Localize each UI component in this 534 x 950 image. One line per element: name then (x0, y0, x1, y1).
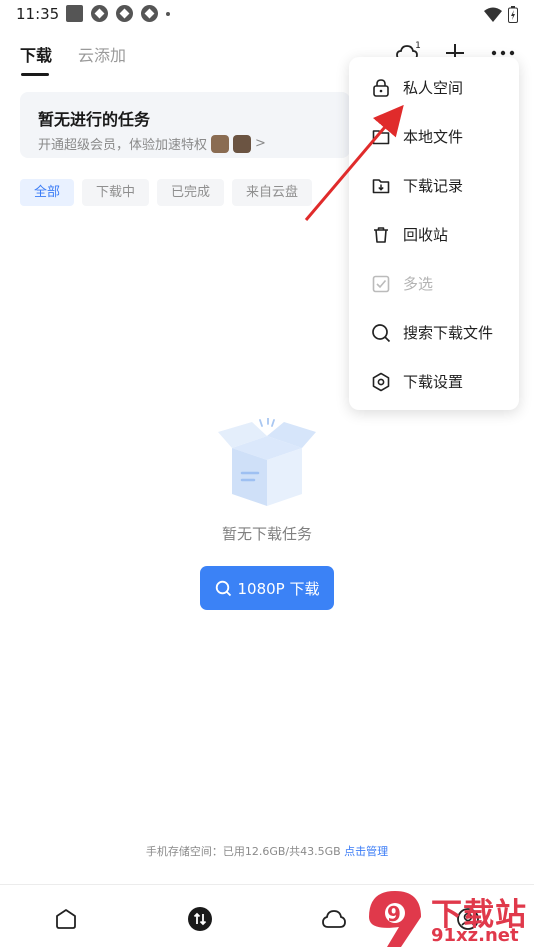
storage-info: 手机存储空间：已用12.6GB/共43.5GB 点击管理 (0, 843, 534, 859)
aperture-icon (141, 5, 158, 22)
hd-download-label: 1080P 下载 (237, 579, 320, 598)
status-time: 11:35 (16, 5, 60, 23)
promo-subtitle: 开通超级会员，体验加速特权 (38, 138, 208, 153)
menu-item-label: 多选 (403, 275, 434, 293)
status-bar: 11:35 (0, 0, 534, 30)
hd-download-button[interactable]: 1080P 下载 (200, 566, 334, 610)
filter-all[interactable]: 全部 (20, 179, 75, 206)
cloud-badge: 1 (415, 41, 421, 51)
storage-text: 手机存储空间：已用12.6GB/共43.5GB (145, 845, 341, 858)
aperture-icon (91, 5, 108, 22)
promo-subtitle-row: 开通超级会员，体验加速特权 > (38, 134, 332, 153)
nav-home[interactable] (52, 905, 80, 933)
settings-hexagon-icon (371, 372, 391, 392)
watermark-logo-text: 9 (387, 902, 401, 926)
cloud-icon (322, 910, 346, 928)
aperture-icon (116, 5, 133, 22)
nav-cloud[interactable] (320, 905, 348, 933)
speed-boost-icon (233, 134, 252, 153)
menu-item-label: 私人空间 (403, 79, 464, 97)
lock-icon (371, 78, 391, 98)
watermark: 9 下载站 91xz.net (365, 885, 534, 950)
filter-completed[interactable]: 已完成 (157, 179, 225, 206)
tab-download[interactable]: 下载 (20, 42, 52, 76)
more-dots-icon (491, 50, 515, 56)
wifi-icon (484, 7, 502, 22)
search-icon (215, 580, 231, 596)
checkbox-icon (371, 274, 391, 294)
menu-item-multi-select[interactable]: 多选 (349, 259, 519, 308)
vip-badge-icon (211, 134, 230, 153)
empty-state: 暂无下载任务 (0, 418, 534, 544)
app-notification-icon (66, 5, 83, 22)
manage-storage-link[interactable]: 点击管理 (344, 845, 388, 858)
filter-chips: 全部 下载中 已完成 来自云盘 (20, 179, 313, 206)
annotation-arrow (304, 104, 404, 221)
watermark-logo: 9 (369, 891, 421, 947)
menu-item-search-downloads[interactable]: 搜索下载文件 (349, 308, 519, 357)
filter-downloading[interactable]: 下载中 (82, 179, 150, 206)
tab-cloud-add[interactable]: 云添加 (78, 42, 126, 76)
promo-more-chevron: > (255, 136, 266, 151)
notification-icons (66, 5, 170, 22)
more-notifications-dot-icon (166, 11, 170, 16)
home-icon (56, 909, 76, 929)
watermark-url: 91xz.net (431, 925, 519, 946)
menu-item-label: 下载设置 (403, 373, 464, 391)
system-icons (484, 6, 518, 23)
nav-transfer[interactable] (186, 905, 214, 933)
menu-item-download-settings[interactable]: 下载设置 (349, 357, 519, 406)
empty-state-text: 暂无下载任务 (221, 525, 312, 543)
menu-item-label: 搜索下载文件 (403, 324, 494, 342)
empty-box-icon (218, 418, 316, 506)
top-tabs: 下载 云添加 (20, 42, 126, 76)
battery-icon (508, 6, 518, 23)
promo-title: 暂无进行的任务 (38, 110, 151, 129)
search-icon (371, 323, 391, 343)
transfer-icon (188, 907, 212, 931)
